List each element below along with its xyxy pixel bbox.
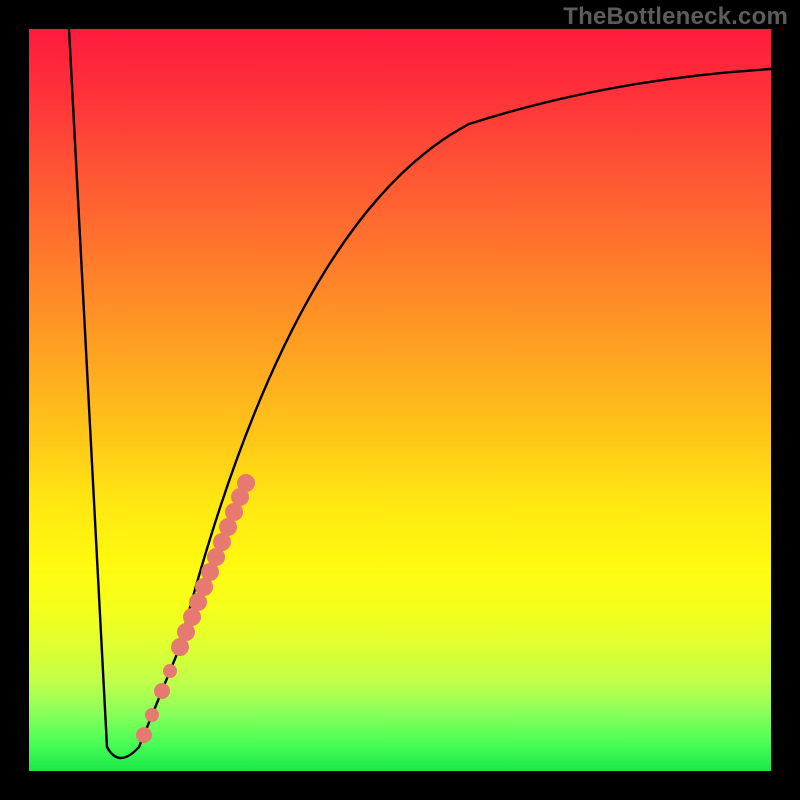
highlight-dot [154, 683, 170, 699]
highlight-dot [136, 727, 152, 743]
highlight-dot [163, 664, 177, 678]
watermark-text: TheBottleneck.com [563, 3, 788, 31]
chart-frame: TheBottleneck.com [0, 0, 800, 800]
highlight-dots-group [136, 474, 255, 743]
plot-area [29, 29, 771, 771]
highlight-dot [145, 708, 159, 722]
highlight-dot [237, 474, 255, 492]
chart-svg [29, 29, 771, 771]
